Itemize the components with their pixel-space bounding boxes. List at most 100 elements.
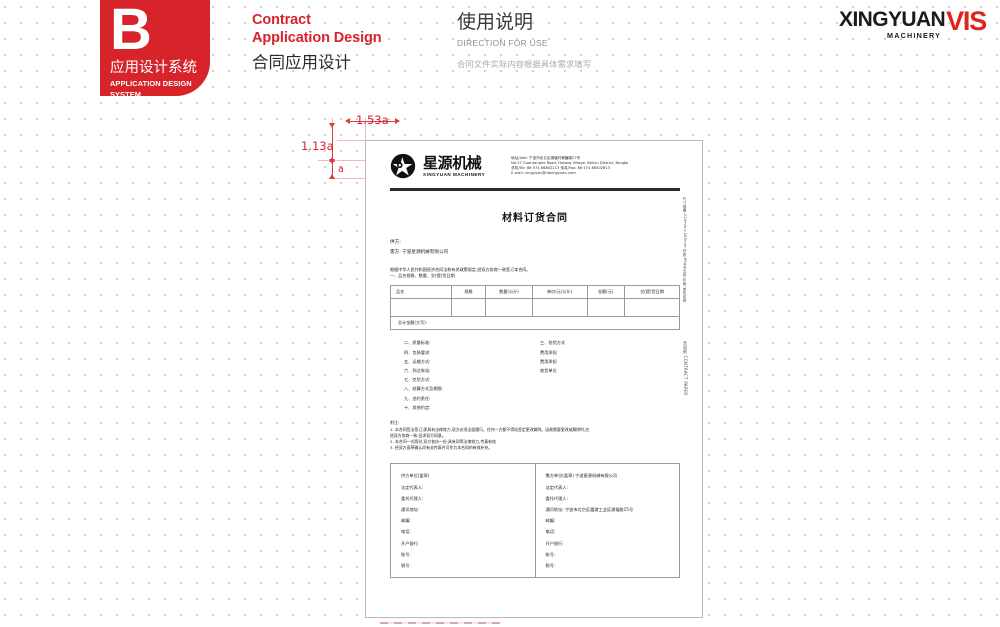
vis-logo-vis: VIS [946,6,987,36]
document-title: 材料订货合同 [502,212,568,224]
document-notes: 附注: 1. 本合同签法签订,即具有法律效力,双方必须全面履行。任何一方都不得站… [390,420,680,451]
footer-cut-mark [380,622,500,624]
letterhead-name-cn: 星源机械 [423,153,482,172]
signature-field: 税号: [401,563,411,569]
goods-table: 品名 规格 数量(公斤) 单价(元/公斤) 金额(元) 交(提)货日期 总计金额… [390,285,680,331]
signature-table: 供方单位(盖章) 法定代表人: 委托代理人: 通讯地址: 邮编: 电话: 开户银… [390,463,680,579]
contract-heading-en-line1: Contract [252,12,311,28]
clause-item: 二、质量标准: [404,340,431,346]
signature-field: 开户银行: [545,540,564,546]
guide-horizontal-top [337,140,367,141]
letterhead-wordmark: 星源机械 XINGYUAN MACHINERY [423,155,485,178]
signature-buyer-cell[interactable]: 需方单位(盖章) 宁波星源机械有限公司 法定代表人: 委托代理人: 通讯地址: … [534,463,680,579]
signature-supplier-cell[interactable]: 供方单位(盖章) 法定代表人: 委托代理人: 通讯地址: 邮编: 电话: 开户银… [390,463,536,579]
contract-heading-en-line2: Application Design [252,29,382,46]
letterhead-name-en: XINGYUAN MACHINERY [423,171,486,177]
letterhead-rule [390,188,680,191]
dim-label-width: 1.53a [356,113,389,127]
address-line: E-mail: xingyuan@nbxingyuan.com [511,171,576,176]
contract-heading: Contract Application Design 合同应用设计 [252,12,382,74]
contract-document-preview[interactable]: 星源机械 XINGYUAN MACHINERY 地址/Add: 宁波市北仑区湖塘… [365,140,703,618]
badge-title-en-line2: SYSTEM [110,90,141,99]
signature-field: 开户银行: [401,540,420,546]
clause-item: 收货单位 [540,368,557,374]
signature-field: 账号: [545,551,556,557]
signature-field: 邮编: [545,518,556,524]
usage-heading: 使用说明 DIRECTION FOR USE 合同文件实际内容根据具体需求填写 [457,10,591,70]
signature-row: 供方单位(盖章) 法定代表人: 委托代理人: 通讯地址: 邮编: 电话: 开户银… [390,463,680,579]
goods-header-cell: 交(提)货日期 [624,285,680,300]
signature-field: 委托代理人: [401,495,424,501]
vis-logo-wordmark: XINGYUAN MACHINERY [839,9,947,40]
vis-logo-subtitle: MACHINERY [887,31,942,40]
goods-table-total-row: 总计金额(大写): [390,316,680,331]
signature-field: 法定代表人: [401,484,424,490]
clause-item: 费用承担 [540,349,557,355]
usage-heading-cn: 使用说明 [457,11,534,33]
goods-header-cell: 规格 [450,285,487,300]
signature-field: 账号: [401,551,411,557]
contract-heading-cn: 合同应用设计 [252,53,351,72]
clause-item: 七、交货方式: [404,377,431,383]
party-supplier: 供方: [390,239,401,245]
goods-header-cell: 数量(公斤) [485,285,533,300]
signature-field: 电话: [545,529,556,535]
signature-field: 通讯地址: [401,507,420,513]
section-badge: B 应用设计系统 APPLICATION DESIGN SYSTEM [100,0,210,99]
clauses-left-column: 二、质量标准: 四、包装要求: 五、运输方式: 六、到达车站: 七、交货方式: … [404,338,443,412]
dim-arrow-width-left [345,118,350,124]
document-content: 星源机械 XINGYUAN MACHINERY 地址/Add: 宁波市北仑区湖塘… [390,153,680,579]
signature-field: 通讯地址: 宁波市北仑区霞浦工业区浦福路15号 [545,507,634,513]
document-parties: 供方: 需方: 宁波星源机械有限公司 [390,238,680,258]
dim-arrow-height-top [329,123,335,128]
clause-item: 费用承担 [540,358,557,364]
signature-field: 供方单位(盖章) [401,473,430,479]
usage-note: 合同文件实际内容根据具体需求填写 [457,59,592,69]
signature-field: 法定代表人: [545,484,568,490]
goods-cell[interactable] [586,298,626,318]
signature-field: 电话: [401,529,411,535]
signature-field: 委托代理人: [545,495,568,501]
clause-item: 四、包装要求: [404,349,431,355]
document-spec-vertical-label: 尺寸规格:210mm×285mm 材质:80g书写纸 印刷:单色印刷 [683,197,687,303]
clause-item: 九、违约责任: [404,395,431,401]
goods-header-cell: 品名 [390,285,452,300]
intro-line: 一、品名规格、数量、交(提)货日期 [390,273,455,278]
goods-total-label: 总计金额(大写): [390,316,680,331]
party-buyer: 需方: 宁波星源机械有限公司 [390,249,449,255]
goods-header-cell: 单价(元/公斤) [531,285,588,300]
page-header: B 应用设计系统 APPLICATION DESIGN SYSTEM Contr… [0,0,1000,100]
xingyuan-vis-logo: XINGYUAN MACHINERY VIS [839,6,987,41]
badge-title-en-line1: APPLICATION DESIGN [110,79,192,88]
clause-item: 十、其他约定: [404,404,431,410]
dim-label-unit: a [338,164,344,175]
badge-title-cn: 应用设计系统 [110,60,197,76]
signature-field: 邮编: [401,518,411,524]
letterhead-address: 地址/Add: 宁波市北仑区湖塘村黄鳝路27号 No.27 Guantanghe… [511,156,628,177]
goods-table-header-row: 品名 规格 数量(公斤) 单价(元/公斤) 金额(元) 交(提)货日期 [390,285,680,300]
dim-arrow-unit-top [329,159,335,164]
dim-arrow-unit-bottom [329,174,335,179]
document-clauses: 二、质量标准: 四、包装要求: 五、运输方式: 六、到达车站: 七、交货方式: … [390,338,680,416]
signature-field: 税号: [545,563,556,569]
clause-item: 六、到达车站: [404,368,431,374]
clause-item: 五、运输方式: [404,358,431,364]
dim-label-height: 1.13a [301,139,334,153]
document-letterhead: 星源机械 XINGYUAN MACHINERY 地址/Add: 宁波市北仑区湖塘… [390,153,680,179]
goods-table-empty-row[interactable] [390,298,680,318]
goods-cell[interactable] [390,298,452,318]
vis-logo-name: XINGYUAN [839,8,946,31]
goods-cell[interactable] [624,298,680,318]
goods-cell[interactable] [531,298,588,318]
badge-letter: B [110,0,152,62]
goods-cell[interactable] [485,298,533,318]
xingyuan-mark-icon [390,153,416,179]
dim-arrow-width-right [395,118,400,124]
document-intro: 根据中华人民共和国经济合同法和有关政策规定,经双方协商一致签订本合同。 一、品名… [390,267,680,280]
clause-item: 八、结算方式及期限: [404,386,444,392]
note-line: 3. 经双方面草确认同有关传真件可作为本合同的有效补充。 [390,445,493,451]
usage-heading-en: DIRECTION FOR USE [457,38,548,48]
clause-item: 三、检验方式 [540,340,566,346]
goods-header-cell: 金额(元) [586,285,626,300]
goods-cell[interactable] [450,298,487,318]
